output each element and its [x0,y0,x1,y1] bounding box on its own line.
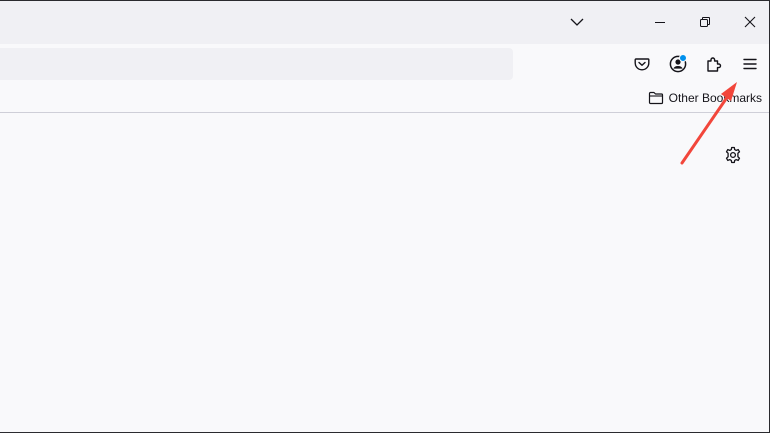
pocket-icon [634,58,650,71]
extensions-button[interactable] [698,48,730,80]
list-all-tabs-button[interactable] [560,0,594,44]
account-button[interactable] [662,48,694,80]
minimize-icon [655,22,665,23]
other-bookmarks-button[interactable]: Other Bookmarks [648,87,762,109]
minimize-button[interactable] [638,0,682,44]
personalize-settings-button[interactable] [720,142,746,168]
other-bookmarks-label: Other Bookmarks [668,91,762,105]
account-notification-badge [679,54,687,62]
close-button[interactable] [728,0,770,44]
gear-icon [725,146,741,164]
new-tab-page [0,113,770,433]
restore-button[interactable] [683,0,727,44]
puzzle-icon [707,57,722,72]
restore-icon [700,17,710,27]
pocket-button[interactable] [626,48,658,80]
hamburger-menu-icon [743,58,757,70]
bookmarks-toolbar: Other Bookmarks [0,84,770,113]
url-bar[interactable] [0,48,513,80]
nav-toolbar [0,44,770,84]
folder-icon [648,91,663,105]
chevron-down-icon [570,18,584,26]
close-icon [744,16,756,28]
title-bar [0,0,770,44]
menu-button[interactable] [734,48,766,80]
